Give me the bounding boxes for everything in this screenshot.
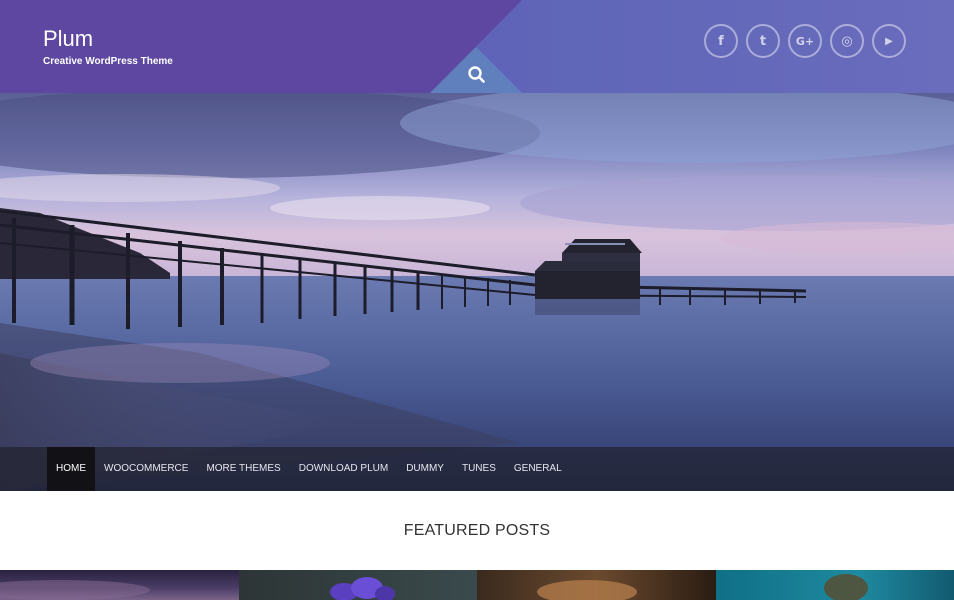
post-image xyxy=(329,577,395,600)
google-plus-icon: G+ xyxy=(795,34,815,48)
nav-item-home[interactable]: HOME xyxy=(47,447,95,491)
youtube-icon: ▶ xyxy=(885,35,893,47)
youtube-link[interactable]: ▶ xyxy=(872,24,906,58)
featured-posts-heading: FEATURED POSTS xyxy=(403,522,551,539)
search-icon xyxy=(468,66,485,83)
google-plus-link[interactable]: G+ xyxy=(788,24,822,58)
nav-item-download-plum[interactable]: DOWNLOAD PLUM xyxy=(290,447,397,491)
search-button[interactable] xyxy=(466,64,488,86)
post-image xyxy=(823,574,868,600)
featured-post-thumbnail[interactable] xyxy=(238,570,477,600)
twitter-icon: t xyxy=(759,33,767,49)
site-title[interactable]: Plum xyxy=(43,26,173,52)
site-header: Plum Creative WordPress Theme f t G+ ◎ ▶ xyxy=(0,0,954,93)
nav-item-woocommerce[interactable]: WOOCOMMERCE xyxy=(95,447,197,491)
main-navigation: HOME WOOCOMMERCE MORE THEMES DOWNLOAD PL… xyxy=(0,447,954,491)
featured-posts-grid xyxy=(0,570,954,600)
post-image xyxy=(0,580,150,600)
post-image xyxy=(537,580,637,600)
nav-item-tunes[interactable]: TUNES xyxy=(453,447,505,491)
site-branding: Plum Creative WordPress Theme xyxy=(43,26,173,67)
featured-post-thumbnail[interactable] xyxy=(715,570,954,600)
social-links: f t G+ ◎ ▶ xyxy=(704,24,906,58)
nav-item-general[interactable]: GENERAL xyxy=(505,447,571,491)
featured-post-thumbnail[interactable] xyxy=(477,570,716,600)
facebook-link[interactable]: f xyxy=(704,24,738,58)
instagram-link[interactable]: ◎ xyxy=(830,24,864,58)
featured-post-thumbnail[interactable] xyxy=(0,570,239,600)
pier-sunset-illustration xyxy=(0,93,954,491)
nav-item-dummy[interactable]: DUMMY xyxy=(397,447,453,491)
nav-menu: HOME WOOCOMMERCE MORE THEMES DOWNLOAD PL… xyxy=(47,447,571,491)
nav-item-more-themes[interactable]: MORE THEMES xyxy=(197,447,289,491)
facebook-icon: f xyxy=(718,33,724,49)
hero-image xyxy=(0,93,954,491)
site-tagline: Creative WordPress Theme xyxy=(43,56,173,67)
instagram-icon: ◎ xyxy=(841,33,853,49)
twitter-link[interactable]: t xyxy=(746,24,780,58)
